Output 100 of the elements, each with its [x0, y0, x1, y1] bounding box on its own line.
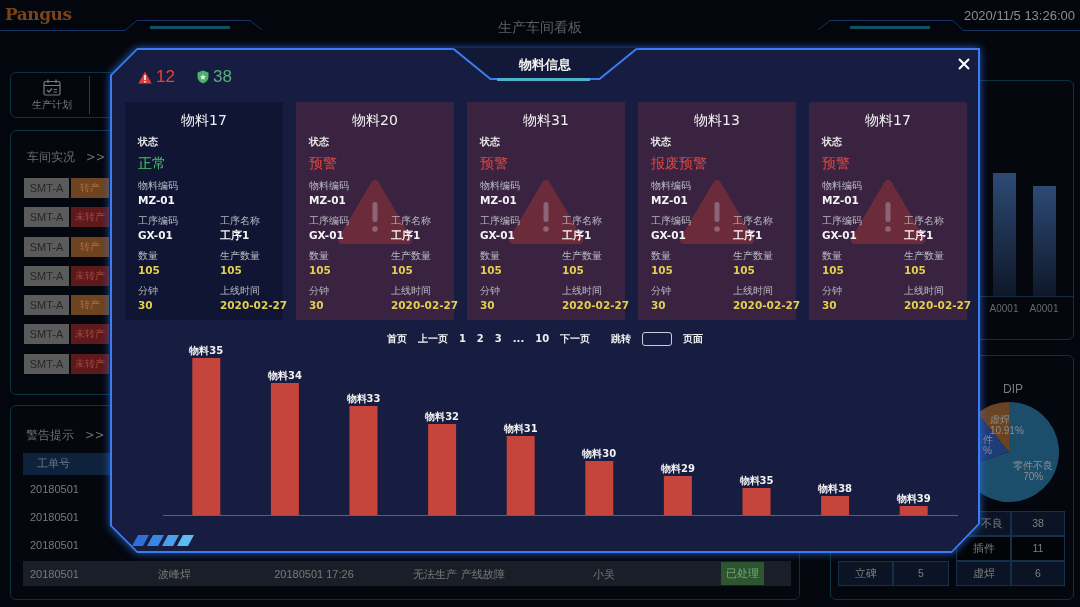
status-tag: 已处理: [721, 562, 764, 585]
field-label: 工序名称: [391, 215, 431, 227]
line-status-cell: 转产: [71, 178, 109, 198]
panel-title: 警告提示: [26, 428, 74, 442]
field-label: 数量: [480, 250, 500, 262]
field-value: 工序1: [733, 229, 763, 242]
field-value: 105: [138, 264, 160, 277]
page-link[interactable]: 2: [476, 332, 484, 346]
nav-tab[interactable]: 生产计划: [14, 76, 90, 114]
field-label: 物料编码: [138, 180, 178, 192]
calendar-icon: [42, 79, 61, 96]
axis-label: A0001: [988, 303, 1020, 315]
page-link[interactable]: 1: [458, 332, 466, 346]
normal-count: 38: [212, 68, 232, 86]
field-label: 分钟: [138, 285, 158, 297]
page-link[interactable]: ...: [512, 332, 525, 346]
field-value: 2020-02-27: [904, 299, 972, 312]
field-value: MZ-01: [309, 194, 346, 207]
field-value: GX-01: [822, 229, 857, 242]
field-value: 工序1: [391, 229, 421, 242]
field-label: 数量: [822, 250, 842, 262]
chart-title: DIP: [1002, 382, 1024, 396]
more-link[interactable]: >>: [85, 428, 105, 442]
page-link[interactable]: 10: [535, 332, 550, 346]
field-value: 2020-02-27: [733, 299, 801, 312]
field-value: GX-01: [651, 229, 686, 242]
bar-label: 物料35: [739, 475, 774, 486]
bar-label: 物料30: [582, 448, 617, 459]
field-value: GX-01: [138, 229, 173, 242]
status-text: 预警: [822, 155, 850, 172]
field-value: 105: [651, 264, 673, 277]
field-value: 工序1: [904, 229, 934, 242]
field-label: 上线时间: [562, 285, 602, 297]
field-value: 105: [391, 264, 413, 277]
card-title: 物料31: [523, 111, 569, 129]
more-link[interactable]: >>: [86, 150, 106, 164]
status-text: 报废预警: [651, 155, 707, 172]
field-label: 状态: [822, 136, 842, 148]
field-label: 分钟: [651, 285, 671, 297]
field-value: 30: [651, 299, 666, 312]
field-label: 上线时间: [733, 285, 773, 297]
page-link[interactable]: 首页: [386, 332, 407, 346]
line-status-cell: 转产: [71, 295, 109, 316]
page-link[interactable]: 下一页: [560, 332, 591, 346]
status-text: 预警: [309, 155, 337, 172]
chart-bar: [585, 461, 614, 515]
field-label: 分钟: [480, 285, 500, 297]
field-value: 2020-02-27: [391, 299, 459, 312]
field-label: 生产数量: [904, 250, 944, 262]
field-label: 工序名称: [904, 215, 944, 227]
page-link[interactable]: 上一页: [417, 332, 448, 346]
page-unit-label: 页面: [683, 332, 704, 346]
pie-value: 70%: [1023, 470, 1044, 482]
field-label: 工序编码: [651, 215, 691, 227]
table-cell-text: 无法生产 产线故障: [412, 566, 506, 581]
table-cell-text: 波峰焊: [156, 566, 192, 581]
card-title: 物料20: [352, 111, 398, 129]
field-label: 工序编码: [309, 215, 349, 227]
field-label: 工序名称: [733, 215, 773, 227]
field-label: 物料编码: [309, 180, 349, 192]
bar-label: 物料38: [818, 483, 853, 494]
panel-title: 车间实况: [27, 150, 75, 164]
chart-bar: [663, 476, 692, 515]
pie-label: 件: [983, 433, 993, 445]
field-label: 工序编码: [138, 215, 178, 227]
page-link[interactable]: 3: [494, 332, 502, 346]
bar-label: 物料34: [267, 370, 302, 381]
status-text: 正常: [138, 155, 166, 172]
column-header: 工单号: [36, 456, 71, 472]
pie-value: %: [983, 444, 992, 456]
close-button[interactable]: [958, 58, 970, 70]
field-value: 工序1: [220, 229, 250, 242]
bar-label: 物料33: [346, 393, 381, 404]
field-label: 物料编码: [822, 180, 862, 192]
field-value: 2020-02-27: [562, 299, 630, 312]
bar-label: 物料31: [503, 423, 538, 434]
table-cell-text: 20180501: [29, 566, 80, 581]
field-label: 生产数量: [220, 250, 260, 262]
line-status-cell: 未转产: [71, 353, 109, 374]
table-cell-text: 20180501: [29, 482, 80, 496]
pie-label: 零件不良: [1013, 459, 1054, 471]
page-input[interactable]: [642, 332, 673, 346]
field-value: 105: [480, 264, 502, 277]
table-cell: 虚焊: [956, 561, 1011, 586]
logo: Pangus: [5, 3, 72, 25]
table-cell: 6: [1011, 561, 1065, 586]
field-label: 分钟: [309, 285, 329, 297]
field-label: 工序名称: [220, 215, 260, 227]
field-label: 上线时间: [904, 285, 944, 297]
shield-icon: [196, 70, 209, 84]
field-value: 30: [480, 299, 495, 312]
field-label: 状态: [651, 136, 671, 148]
field-label: 数量: [309, 250, 329, 262]
jump-label: 跳转: [611, 332, 632, 346]
field-label: 上线时间: [220, 285, 260, 297]
card-title: 物料17: [181, 111, 227, 129]
field-label: 工序编码: [480, 215, 520, 227]
field-value: 105: [309, 264, 331, 277]
field-value: 105: [904, 264, 926, 277]
warning-icon: [138, 70, 152, 84]
